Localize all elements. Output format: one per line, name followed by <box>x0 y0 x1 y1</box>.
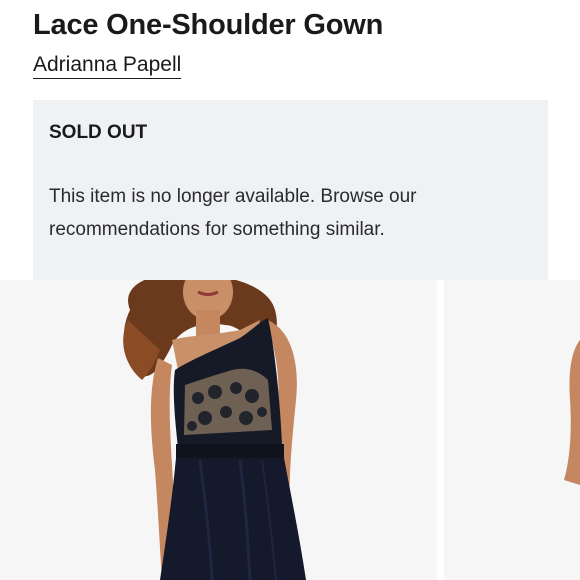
next-photo-illustration <box>564 340 580 485</box>
product-image-main[interactable] <box>0 280 437 580</box>
sold-out-message: This item is no longer available. Browse… <box>49 186 417 240</box>
product-gallery <box>0 280 580 580</box>
brand-link[interactable]: Adrianna Papell <box>33 53 182 79</box>
model-photo-illustration <box>123 280 306 580</box>
product-title: Lace One-Shoulder Gown <box>33 9 384 41</box>
sold-out-notice: SOLD OUT This item is no longer availabl… <box>33 100 548 280</box>
product-image-next[interactable] <box>444 280 580 580</box>
sold-out-heading: SOLD OUT <box>49 122 148 143</box>
